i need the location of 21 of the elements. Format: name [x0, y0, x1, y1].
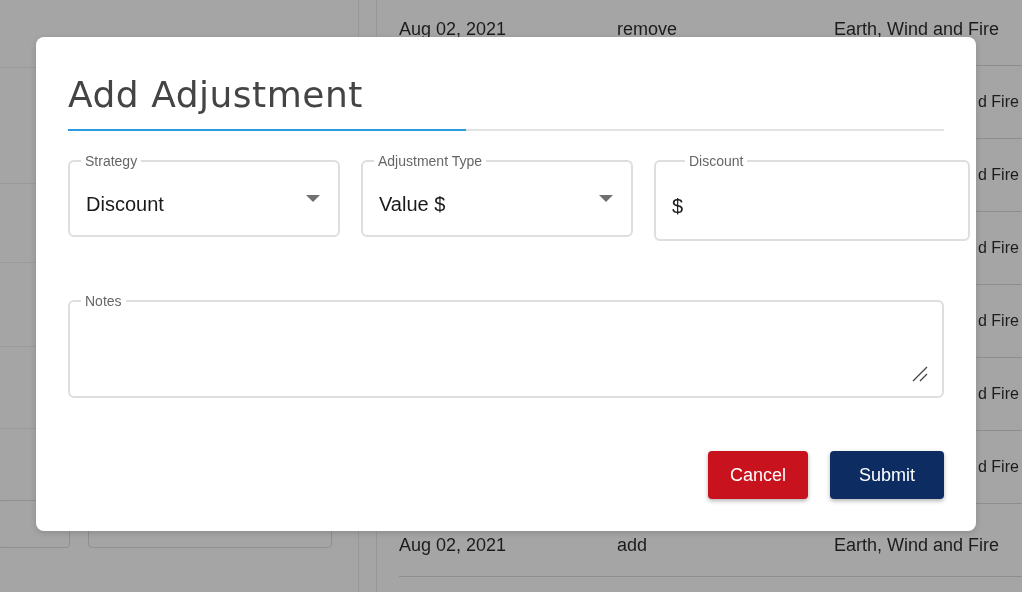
table-cell: Earth, Wind and Fire — [834, 18, 1000, 39]
table-cell: d Fire — [978, 239, 1019, 256]
input-field[interactable]: Discount $ — [654, 153, 971, 241]
submit-button[interactable]: Submit — [830, 451, 944, 499]
dropdown-field[interactable]: Strategy Discount — [68, 153, 340, 237]
cancel-button[interactable]: Cancel — [708, 451, 808, 499]
caret-icon — [599, 194, 613, 202]
table-cell: remove — [617, 18, 678, 39]
table-cell: Aug 02, 2021 — [399, 534, 507, 555]
table-cell: add — [617, 534, 648, 555]
notes-field[interactable]: Notes — [68, 293, 944, 398]
resize-handle-icon[interactable] — [912, 366, 928, 382]
table-cell: d Fire — [978, 458, 1019, 475]
table-cell: d Fire — [978, 166, 1019, 183]
table-cell: d Fire — [978, 312, 1019, 329]
dropdown-field[interactable]: Adjustment Type Value $ — [361, 153, 633, 237]
table-cell: d Fire — [978, 93, 1019, 110]
caret-icon — [306, 194, 320, 202]
dialog-title: Add Adjustment — [68, 73, 364, 117]
table-cell: Earth, Wind and Fire — [834, 534, 1000, 555]
table-cell: d Fire — [978, 385, 1019, 402]
